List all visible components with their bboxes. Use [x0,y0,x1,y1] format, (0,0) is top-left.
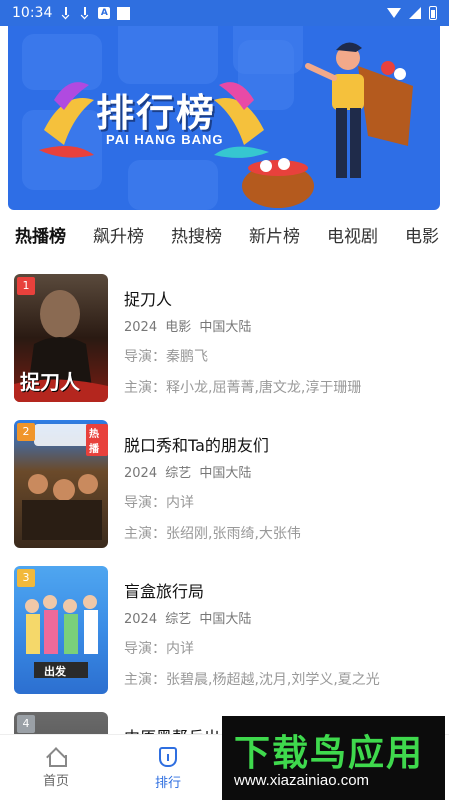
tab-label: 电影 [405,227,439,247]
app-notification-icon: A [98,7,111,19]
download-icon [60,7,72,19]
list-item[interactable]: 3 出发 盲盒旅行局 2024 综艺 中国大陆 导演：内详 主演：张碧晨,杨超越… [14,560,444,694]
item-cast: 主演：张绍刚,张雨绮,大张伟 [124,526,301,542]
poster-image[interactable]: 3 出发 [14,566,108,694]
category-tabs: 热播榜 飙升榜 热搜榜 新片榜 电视剧 电影 [0,218,449,256]
item-director: 导演：内详 [124,495,194,511]
tab-new-release[interactable]: 新片榜 [249,222,300,252]
poster-title: 出发 [44,665,66,678]
item-meta: 2024 综艺 中国大陆 [124,612,252,627]
rank-badge: 2 [17,423,35,441]
tab-label: 飙升榜 [93,227,144,247]
ranking-banner: 排行榜 PAI HANG BANG [8,0,440,210]
tab-label: 热播榜 [15,227,66,247]
status-time: 10:34 [12,5,53,21]
rank-badge: 4 [17,715,35,733]
poster-title: 捉刀人 [20,370,80,394]
nav-label: 首页 [42,774,69,789]
item-title[interactable]: 盲盒旅行局 [124,578,444,602]
item-director: 导演：内详 [124,641,194,657]
poster-image[interactable]: 2 热播 [14,420,108,548]
item-title[interactable]: 捉刀人 [124,286,444,310]
banner-title-wrap: 排行榜 PAI HANG BANG [48,68,268,156]
watermark-logo: 下载鸟应用 www.xiazainiao.com [222,716,445,800]
item-cast: 主演：张碧晨,杨超越,沈月,刘学义,夏之光 [124,672,380,688]
tab-rising[interactable]: 飙升榜 [93,222,144,252]
poster-image[interactable]: 1 捉刀人 [14,274,108,402]
item-director: 导演：秦鹏飞 [124,349,208,365]
battery-icon [429,6,437,20]
rank-badge: 1 [17,277,35,295]
status-bar: 10:34 A [0,0,449,26]
item-info: 脱口秀和Ta的朋友们 2024 综艺 中国大陆 导演：内详 主演：张绍刚,张雨绮… [124,432,444,554]
tab-label: 电视剧 [327,227,378,247]
item-meta: 2024 综艺 中国大陆 [124,466,252,481]
tab-tv-series[interactable]: 电视剧 [327,222,378,252]
home-icon [47,747,67,767]
item-title[interactable]: 脱口秀和Ta的朋友们 [124,432,444,456]
item-info: 盲盒旅行局 2024 综艺 中国大陆 导演：内详 主演：张碧晨,杨超越,沈月,刘… [124,578,444,700]
watermark-title: 下载鸟应用 [234,733,425,774]
tab-label: 热搜榜 [171,227,222,247]
nav-home[interactable]: 首页 [0,735,112,800]
rank-icon [159,747,177,767]
item-meta: 2024 电影 中国大陆 [124,320,252,335]
banner-title: 排行榜 [96,91,217,135]
notification-icons: A [60,6,131,20]
tab-hot-search[interactable]: 热搜榜 [171,222,222,252]
wifi-icon [387,8,401,18]
item-cast: 主演：释小龙,屈菁菁,唐文龙,淳于珊珊 [124,380,362,396]
list-item[interactable]: 2 热播 脱口秀和Ta的朋友们 2024 综艺 中国大陆 导演：内详 主演：张绍… [14,414,444,548]
tab-label: 新片榜 [249,227,300,247]
hot-badge: 热播 [86,424,108,456]
tab-movie[interactable]: 电影 [405,222,439,252]
nav-label: 排行 [154,776,181,791]
watermark-url: www.xiazainiao.com [234,772,370,789]
download-icon [79,7,91,19]
signal-icon [409,7,421,19]
banner-subtitle: PAI HANG BANG [106,132,224,147]
status-right [387,6,437,20]
status-left: 10:34 A [12,5,131,21]
mascot-illustration-icon [242,42,413,208]
nav-ranking[interactable]: 排行 [112,735,224,800]
list-item[interactable]: 1 捉刀人 捉刀人 2024 电影 中国大陆 导演：秦鹏飞 主演：释小龙,屈菁菁… [14,268,444,402]
tab-hot-play[interactable]: 热播榜 [15,222,66,252]
square-notification-icon [117,6,131,20]
item-info: 捉刀人 2024 电影 中国大陆 导演：秦鹏飞 主演：释小龙,屈菁菁,唐文龙,淳… [124,286,444,408]
rank-badge: 3 [17,569,35,587]
